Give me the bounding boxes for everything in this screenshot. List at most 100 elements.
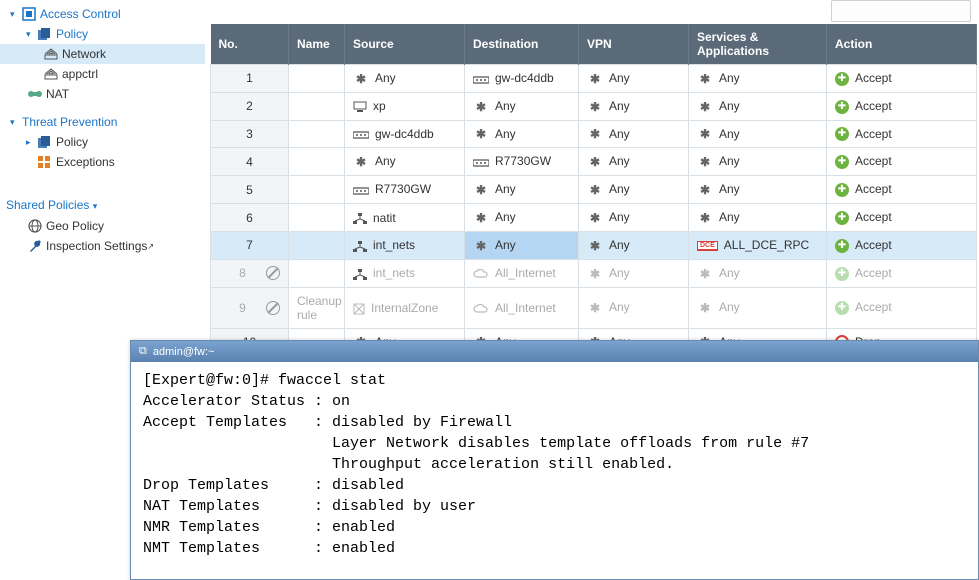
table-row[interactable]: 4✱AnyR7730GW✱Any✱Any✚Accept (211, 148, 977, 176)
terminal-titlebar[interactable]: ⧉ admin@fw:~ (131, 341, 978, 362)
cell-source[interactable]: ✱Any (345, 65, 465, 93)
nav-inspection-settings[interactable]: Inspection Settings ↗ (0, 236, 205, 256)
col-vpn[interactable]: VPN (579, 24, 689, 65)
toolbar-buttons[interactable] (831, 0, 971, 22)
table-row[interactable]: 6natit✱Any✱Any✱Any✚Accept (211, 204, 977, 232)
nav-tp-policy[interactable]: ▸ Policy (0, 132, 205, 152)
globe-icon (26, 219, 44, 233)
cell-destination[interactable]: ✱Any (465, 176, 579, 204)
nav-access-control[interactable]: ▾ Access Control (0, 4, 205, 24)
cell-no[interactable]: 2 (211, 92, 289, 120)
cell-destination[interactable]: R7730GW (465, 148, 579, 176)
cell-vpn[interactable]: ✱Any (579, 148, 689, 176)
cell-destination[interactable]: ✱Any (465, 204, 579, 232)
cell-source[interactable]: gw-dc4ddb (345, 120, 465, 148)
col-action[interactable]: Action (827, 24, 977, 65)
gateway-icon (353, 127, 369, 141)
table-row[interactable]: 8int_netsAll_Internet✱Any✱Any✚Accept (211, 259, 977, 287)
cell-services[interactable]: ✱Any (689, 287, 827, 328)
cell-source[interactable]: InternalZone (345, 287, 465, 328)
cell-destination[interactable]: gw-dc4ddb (465, 65, 579, 93)
cell-vpn[interactable]: ✱Any (579, 120, 689, 148)
accept-icon: ✚ (835, 155, 849, 169)
shared-policies-header[interactable]: Shared Policies ▾ (0, 190, 205, 216)
table-row[interactable]: 5R7730GW✱Any✱Any✱Any✚Accept (211, 176, 977, 204)
disabled-icon (266, 301, 280, 315)
col-services[interactable]: Services & Applications (689, 24, 827, 65)
cell-source[interactable]: int_nets (345, 259, 465, 287)
cell-name[interactable] (289, 148, 345, 176)
nav-nat[interactable]: NAT (0, 84, 205, 104)
cell-name[interactable] (289, 120, 345, 148)
cell-destination[interactable]: ✱Any (465, 231, 579, 259)
wrench-icon (26, 239, 44, 253)
nav-appctrl[interactable]: appctrl (0, 64, 205, 84)
cell-vpn[interactable]: ✱Any (579, 92, 689, 120)
cell-vpn[interactable]: ✱Any (579, 204, 689, 232)
cell-name[interactable] (289, 259, 345, 287)
cell-action[interactable]: ✚Accept (827, 287, 977, 328)
cell-no[interactable]: 9 (211, 287, 289, 328)
cell-no[interactable]: 1 (211, 65, 289, 93)
col-no[interactable]: No. (211, 24, 289, 65)
cell-destination[interactable]: ✱Any (465, 120, 579, 148)
nav-policy[interactable]: ▾ Policy (0, 24, 205, 44)
cell-no[interactable]: 8 (211, 259, 289, 287)
cell-services[interactable]: ✱Any (689, 92, 827, 120)
cell-name[interactable] (289, 231, 345, 259)
cell-vpn[interactable]: ✱Any (579, 287, 689, 328)
cell-name[interactable] (289, 204, 345, 232)
cell-action[interactable]: ✚Accept (827, 259, 977, 287)
cell-action[interactable]: ✚Accept (827, 65, 977, 93)
nav-exceptions[interactable]: Exceptions (0, 152, 205, 172)
cell-name[interactable] (289, 176, 345, 204)
cell-source[interactable]: ✱Any (345, 148, 465, 176)
cell-destination[interactable]: All_Internet (465, 287, 579, 328)
cell-vpn[interactable]: ✱Any (579, 259, 689, 287)
cell-services[interactable]: ✱Any (689, 148, 827, 176)
cell-services[interactable]: DCEALL_DCE_RPC (689, 231, 827, 259)
table-row[interactable]: 1✱Anygw-dc4ddb✱Any✱Any✚Accept (211, 65, 977, 93)
cell-services[interactable]: ✱Any (689, 120, 827, 148)
cell-action[interactable]: ✚Accept (827, 176, 977, 204)
cell-services[interactable]: ✱Any (689, 259, 827, 287)
cell-no[interactable]: 3 (211, 120, 289, 148)
cell-name[interactable] (289, 92, 345, 120)
cell-name[interactable]: Cleanup rule (289, 287, 345, 328)
nat-icon (26, 88, 44, 100)
cell-source[interactable]: int_nets (345, 231, 465, 259)
cell-action[interactable]: ✚Accept (827, 148, 977, 176)
cell-name[interactable] (289, 65, 345, 93)
cell-source[interactable]: R7730GW (345, 176, 465, 204)
cell-services[interactable]: ✱Any (689, 204, 827, 232)
cell-no[interactable]: 4 (211, 148, 289, 176)
cell-destination[interactable]: ✱Any (465, 92, 579, 120)
cell-vpn[interactable]: ✱Any (579, 176, 689, 204)
cell-action[interactable]: ✚Accept (827, 120, 977, 148)
cell-source[interactable]: natit (345, 204, 465, 232)
table-row[interactable]: 2xp✱Any✱Any✱Any✚Accept (211, 92, 977, 120)
table-row[interactable]: 3gw-dc4ddb✱Any✱Any✱Any✚Accept (211, 120, 977, 148)
cell-action[interactable]: ✚Accept (827, 204, 977, 232)
network-icon (42, 48, 60, 60)
table-row[interactable]: 7int_nets✱Any✱AnyDCEALL_DCE_RPC✚Accept (211, 231, 977, 259)
table-row[interactable]: 9Cleanup ruleInternalZoneAll_Internet✱An… (211, 287, 977, 328)
nav-threat-prevention[interactable]: ▾ Threat Prevention (0, 112, 205, 132)
nav-geo-policy[interactable]: Geo Policy (0, 216, 205, 236)
cell-vpn[interactable]: ✱Any (579, 231, 689, 259)
col-source[interactable]: Source (345, 24, 465, 65)
terminal-output[interactable]: [Expert@fw:0]# fwaccel stat Accelerator … (131, 362, 978, 567)
cell-no[interactable]: 7 (211, 231, 289, 259)
cell-no[interactable]: 6 (211, 204, 289, 232)
col-name[interactable]: Name (289, 24, 345, 65)
cell-action[interactable]: ✚Accept (827, 231, 977, 259)
cell-services[interactable]: ✱Any (689, 65, 827, 93)
cell-action[interactable]: ✚Accept (827, 92, 977, 120)
cell-vpn[interactable]: ✱Any (579, 65, 689, 93)
cell-destination[interactable]: All_Internet (465, 259, 579, 287)
col-destination[interactable]: Destination (465, 24, 579, 65)
cell-no[interactable]: 5 (211, 176, 289, 204)
cell-source[interactable]: xp (345, 92, 465, 120)
cell-services[interactable]: ✱Any (689, 176, 827, 204)
nav-network[interactable]: Network (0, 44, 205, 64)
